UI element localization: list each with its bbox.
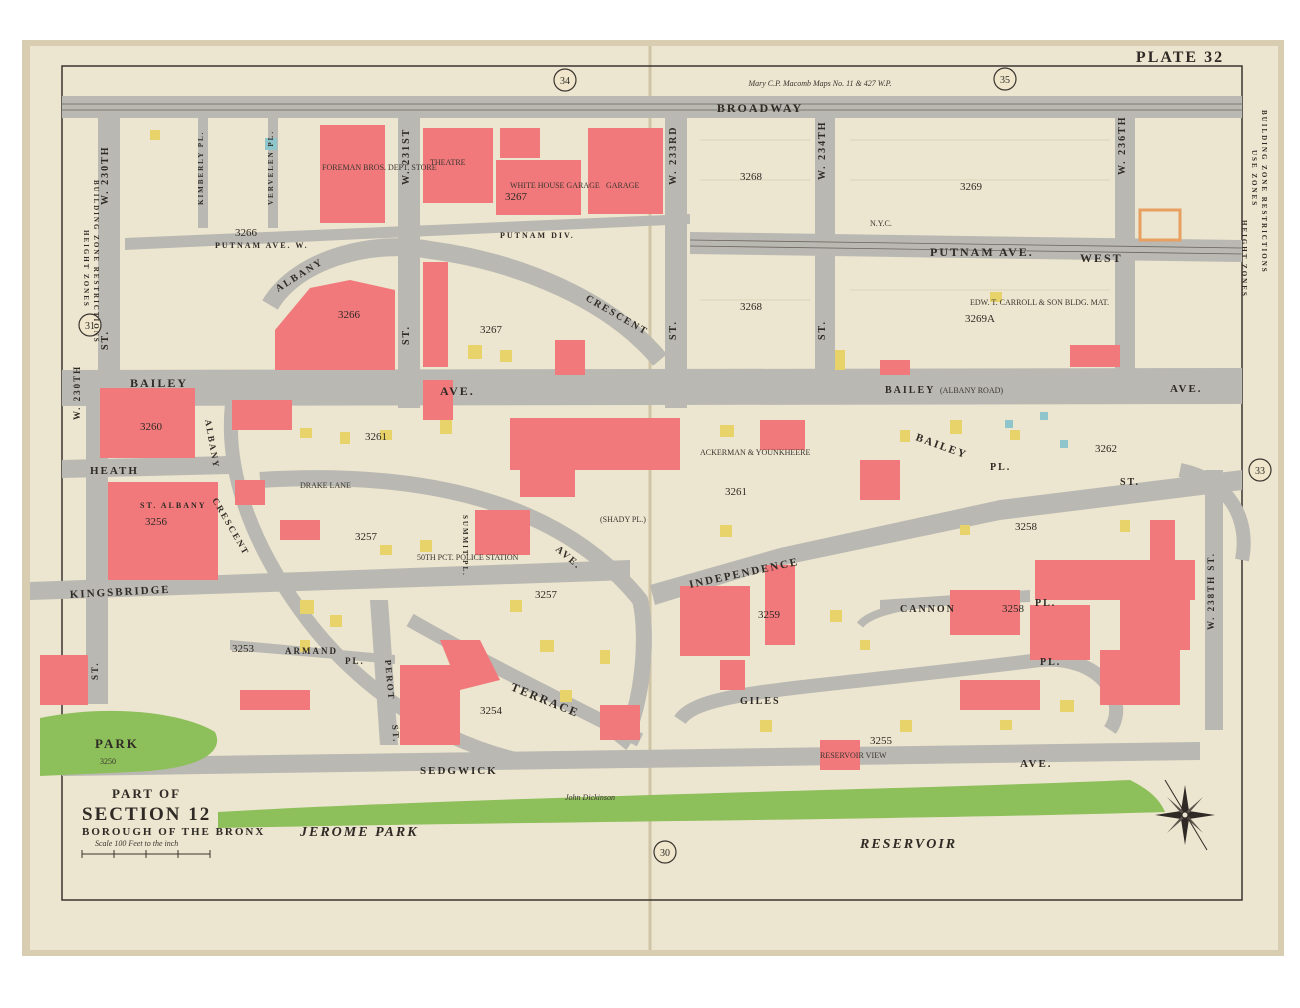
- label-police-station: 50TH PCT. POLICE STATION: [417, 553, 519, 562]
- label-nyc: N.Y.C.: [870, 219, 892, 228]
- street-sedgwick: SEDGWICK: [420, 765, 498, 777]
- street-st-231: ST.: [401, 325, 412, 345]
- atlas-map: PLATE 32 Mary C.P. Macomb Maps No. 11 & …: [0, 0, 1300, 1003]
- label-garage: GARAGE: [606, 181, 639, 190]
- attribution: Mary C.P. Macomb Maps No. 11 & 427 W.P.: [747, 79, 891, 88]
- street-cannon: CANNON: [900, 604, 956, 615]
- block-number: 3266: [235, 227, 258, 239]
- street-cannon-pl: PL.: [1035, 598, 1056, 609]
- street-giles-pl: PL.: [1040, 657, 1061, 668]
- sheet-ref-34: 34: [560, 76, 570, 87]
- block-number: 3261: [365, 431, 387, 443]
- block-number: 3258: [1015, 521, 1038, 533]
- zoning-heading-left: BUILDING ZONE RESTRICTIONS: [92, 180, 100, 344]
- street-st-right: ST.: [1120, 477, 1140, 488]
- block-number: 3254: [480, 705, 503, 717]
- street-putnam-ave: PUTNAM AVE.: [930, 245, 1034, 259]
- street-shady-pl: (SHADY PL.): [600, 515, 646, 524]
- street-st-234: ST.: [817, 320, 828, 340]
- title-section: SECTION 12: [82, 804, 211, 825]
- street-bailey-right: BAILEY: [885, 385, 935, 396]
- block-number: 3257: [535, 589, 558, 601]
- street-armand-pl: PL.: [345, 656, 365, 666]
- sheet-ref-30: 30: [660, 848, 670, 859]
- block-number: 3269A: [965, 313, 995, 325]
- street-bailey-pl-suffix: PL.: [990, 462, 1011, 473]
- sheet-ref-33: 33: [1255, 466, 1265, 477]
- label-reservoir: RESERVOIR: [859, 837, 957, 852]
- block-number: 3266: [338, 309, 361, 321]
- label-ackerman: ACKERMAN & YOUNKHEERE: [700, 448, 810, 457]
- title-scale: Scale 100 Feet to the inch: [95, 839, 178, 848]
- street-st-albany: ST. ALBANY: [140, 501, 207, 510]
- street-w230: W. 230TH: [100, 145, 111, 205]
- zoning-height-left: HEIGHT ZONES: [82, 230, 90, 308]
- block-number: 3269: [960, 181, 983, 193]
- park-block: 3250: [100, 757, 116, 766]
- block-number: 3268: [740, 301, 763, 313]
- street-bailey-albany-road: (ALBANY ROAD): [940, 386, 1003, 395]
- label-white-house-garage: WHITE HOUSE GARAGE: [510, 181, 600, 190]
- zoning-height-right: HEIGHT ZONES: [1240, 220, 1248, 298]
- street-bailey-ave-mid: AVE.: [440, 384, 475, 398]
- park-label: PARK: [95, 736, 139, 751]
- street-bailey-ave-right: AVE.: [1170, 383, 1203, 395]
- street-w230-lower: W. 230TH: [72, 365, 82, 420]
- block-number: 3262: [1095, 443, 1117, 455]
- street-w231: W. 231ST: [401, 128, 412, 185]
- zoning-heading-right: BUILDING ZONE RESTRICTIONS: [1260, 110, 1268, 274]
- street-perot-st: ST.: [390, 724, 402, 743]
- block-number: 3253: [232, 643, 255, 655]
- street-putnam-ave-w: PUTNAM AVE. W.: [215, 241, 309, 250]
- block-number: 3256: [145, 516, 168, 528]
- street-putnam-div: PUTNAM DIV.: [500, 231, 575, 240]
- street-armand: ARMAND: [285, 646, 338, 656]
- street-st-left: ST.: [100, 330, 111, 350]
- block-number: 3255: [870, 735, 893, 747]
- block-number: 3261: [725, 486, 747, 498]
- street-w238: W. 238TH ST.: [1206, 552, 1216, 630]
- label-edw-carroll: EDW. T. CARROLL & SON BLDG. MAT.: [970, 298, 1109, 307]
- street-w236: W. 236TH: [1117, 115, 1128, 175]
- block-number: 3260: [140, 421, 163, 433]
- street-w234: W. 234TH: [817, 120, 828, 180]
- street-bailey-left: BAILEY: [130, 376, 188, 390]
- label-reservoir-view: RESERVOIR VIEW: [820, 751, 887, 760]
- street-drake-lane: DRAKE LANE: [300, 481, 351, 490]
- street-st-lower-left: ST.: [90, 661, 100, 680]
- block-number: 3267: [480, 324, 503, 336]
- label-foreman: FOREMAN BROS. DEPT. STORE: [322, 163, 437, 172]
- street-vervelen: VERVELEN PL.: [267, 130, 275, 205]
- plate-label: PLATE 32: [1136, 49, 1224, 66]
- street-heath: HEATH: [90, 465, 139, 477]
- street-broadway: BROADWAY: [717, 101, 803, 115]
- block-number: 3259: [758, 609, 781, 621]
- street-w233: W. 233RD: [668, 125, 679, 185]
- street-putnam-west: WEST: [1080, 251, 1123, 265]
- zoning-use-right: USE ZONES: [1250, 150, 1258, 207]
- block-number: 3258: [1002, 603, 1025, 615]
- street-kimberly: KIMBERLY PL.: [197, 131, 205, 205]
- street-giles: GILES: [740, 696, 781, 707]
- atlas-page: PLATE 32 Mary C.P. Macomb Maps No. 11 & …: [0, 0, 1300, 1003]
- street-st-233: ST.: [668, 320, 679, 340]
- block-number: 3268: [740, 171, 763, 183]
- street-sedgwick-ave: AVE.: [1020, 758, 1053, 770]
- title-borough: BOROUGH OF THE BRONX: [82, 826, 265, 838]
- sheet-ref-35: 35: [1000, 75, 1010, 86]
- title-part-of: PART OF: [112, 786, 181, 801]
- label-john-dickinson: John Dickinson: [565, 793, 615, 802]
- label-jerome-park: JEROME PARK: [299, 825, 419, 840]
- block-number: 3257: [355, 531, 378, 543]
- block-number: 3267: [505, 191, 528, 203]
- street-summit-pl: SUMMIT PL.: [461, 515, 469, 577]
